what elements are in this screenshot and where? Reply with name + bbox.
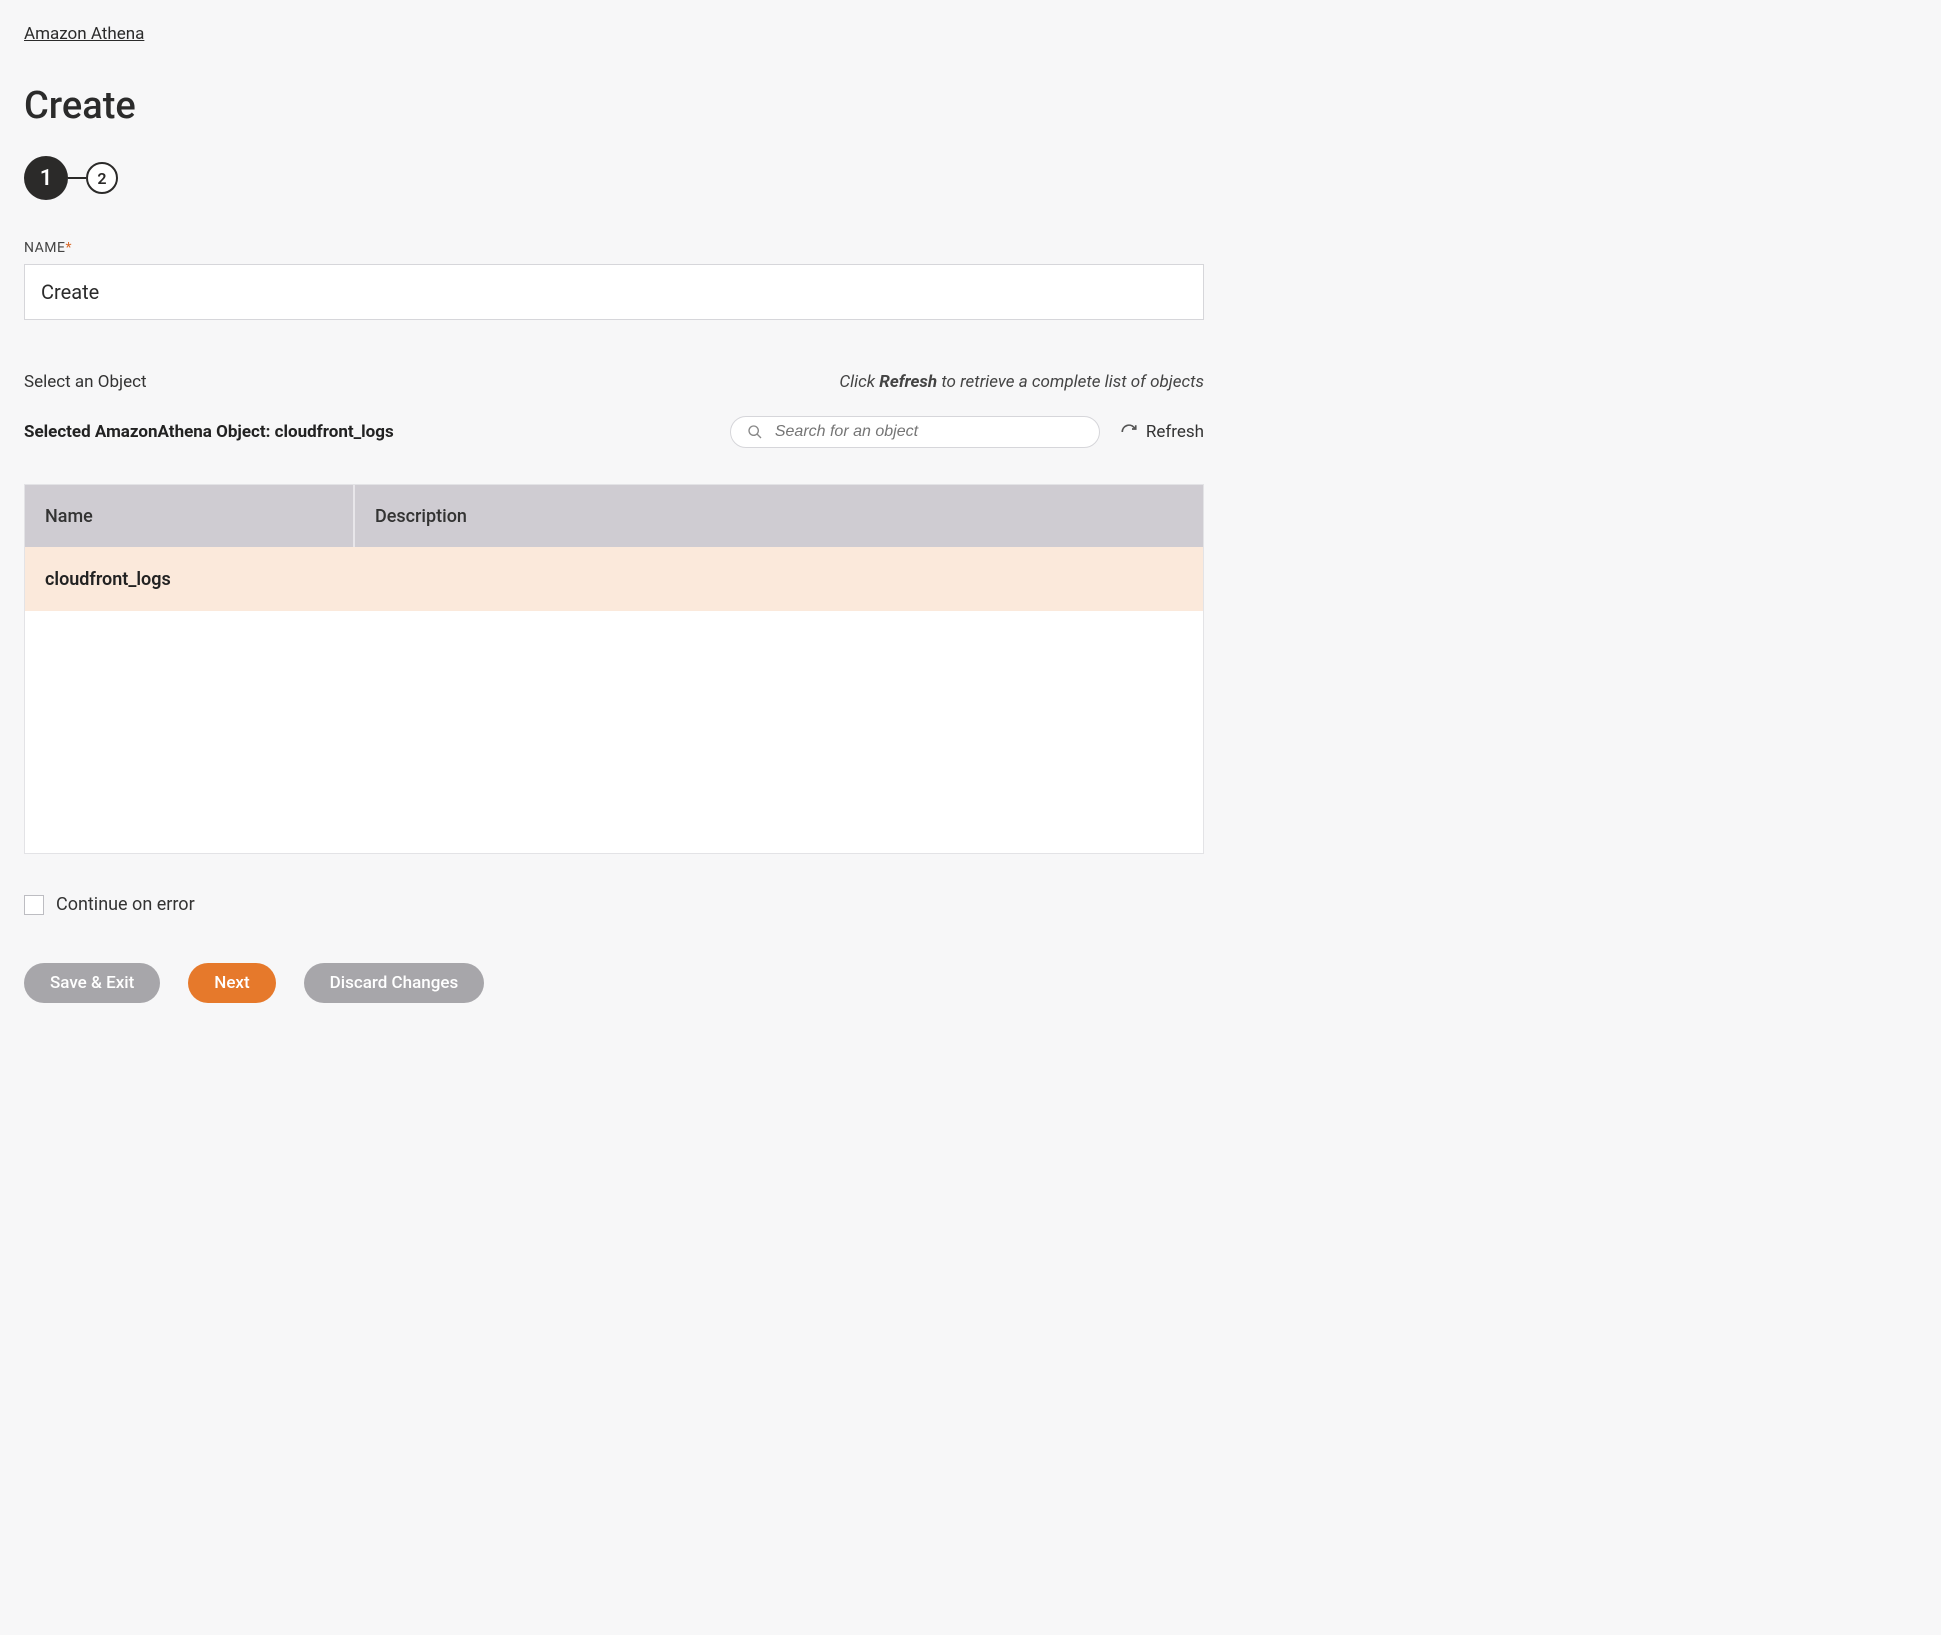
save-exit-button[interactable]: Save & Exit [24, 963, 160, 1003]
object-table: Name Description cloudfront_logs [24, 484, 1204, 854]
col-header-description[interactable]: Description [355, 506, 1203, 527]
breadcrumb-link[interactable]: Amazon Athena [24, 24, 144, 44]
name-input[interactable] [24, 264, 1204, 320]
search-icon [747, 424, 763, 440]
refresh-icon [1120, 423, 1138, 441]
continue-on-error-checkbox[interactable] [24, 895, 44, 915]
refresh-button[interactable]: Refresh [1120, 422, 1204, 442]
cell-name: cloudfront_logs [25, 569, 355, 590]
required-asterisk: * [65, 240, 72, 256]
page-title: Create [24, 84, 1204, 128]
table-row[interactable]: cloudfront_logs [25, 547, 1203, 611]
selected-object-label: Selected AmazonAthena Object: cloudfront… [24, 422, 394, 442]
step-2[interactable]: 2 [86, 162, 118, 194]
table-header: Name Description [25, 485, 1203, 547]
select-object-label: Select an Object [24, 372, 147, 392]
refresh-label: Refresh [1146, 422, 1204, 442]
refresh-hint: Click Refresh to retrieve a complete lis… [839, 372, 1204, 392]
continue-on-error-label: Continue on error [56, 894, 195, 915]
search-input[interactable] [775, 423, 1083, 441]
step-connector [68, 177, 86, 179]
col-header-name[interactable]: Name [25, 485, 355, 547]
search-box[interactable] [730, 416, 1100, 448]
stepper: 1 2 [24, 156, 1204, 200]
next-button[interactable]: Next [188, 963, 275, 1003]
step-1[interactable]: 1 [24, 156, 68, 200]
name-label: NAME* [24, 240, 1204, 256]
discard-changes-button[interactable]: Discard Changes [304, 963, 485, 1003]
